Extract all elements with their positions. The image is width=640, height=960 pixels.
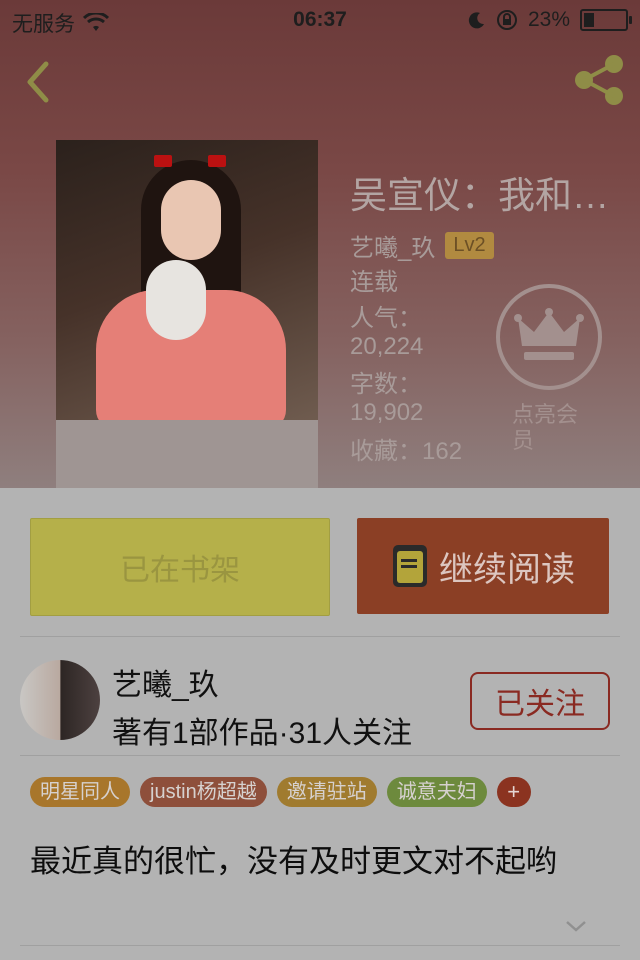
author-name[interactable]: 艺曦_玖 (112, 660, 219, 704)
popularity-value: 20,224 (350, 333, 424, 360)
cover-table (56, 420, 318, 488)
back-chevron-icon[interactable] (18, 58, 58, 106)
author-stats: 著有1部作品·31人关注 (112, 717, 413, 750)
rotation-lock-icon (496, 10, 517, 30)
level-badge: Lv2 (445, 232, 494, 259)
cover-hair-bow (208, 155, 226, 167)
cover-figure-face (161, 180, 221, 260)
moon-icon (468, 12, 484, 29)
status-bar: 无服务 06:37 23% (0, 0, 640, 40)
cover-hair-bow (154, 155, 172, 167)
word-count-value: 19,902 (350, 399, 424, 426)
vip-button[interactable] (496, 284, 602, 390)
follow-label: 已关注 (495, 688, 585, 721)
continue-reading-button[interactable]: 继续阅读 (357, 518, 609, 614)
divider (20, 945, 620, 946)
tag-chip[interactable]: 诚意夫妇 (386, 777, 487, 807)
cover-cat (146, 260, 206, 340)
popularity-label: 人气： (350, 305, 422, 332)
tag-chip[interactable]: 邀请驻站 (276, 777, 377, 807)
tag-list: 明星同人 justin杨超越 邀请驻站 诚意夫妇 + (30, 777, 531, 807)
book-author[interactable]: 艺曦_玖 (350, 228, 435, 263)
battery-icon (580, 9, 632, 31)
book-cover-image[interactable] (56, 140, 318, 488)
tag-chip[interactable]: 明星同人 (30, 777, 130, 807)
divider (20, 755, 620, 756)
book-title: 吴宣仪：我和… (350, 175, 609, 216)
book-description: 最近真的很忙，没有及时更文对不起哟 (30, 844, 557, 879)
book-status: 连载 (350, 269, 398, 296)
divider (20, 636, 620, 637)
avatar[interactable] (20, 660, 100, 740)
word-count-label: 字数： (350, 371, 422, 398)
crown-icon (514, 308, 584, 360)
tag-chip[interactable]: justin杨超越 (140, 777, 267, 807)
book-icon (393, 545, 427, 587)
share-icon[interactable] (570, 52, 630, 108)
follow-button[interactable]: 已关注 (470, 672, 610, 730)
chevron-down-icon[interactable] (564, 918, 588, 934)
on-shelf-label: 已在书架 (120, 554, 240, 587)
on-shelf-button[interactable]: 已在书架 (30, 518, 330, 616)
continue-reading-label: 继续阅读 (439, 550, 575, 589)
add-tag-button[interactable]: + (496, 777, 531, 807)
favorites-count: 收藏：162 (350, 438, 463, 465)
vip-label[interactable]: 点亮会员 (512, 402, 592, 454)
battery-percent: 23% (527, 8, 570, 31)
book-author-line: 艺曦_玖 Lv2 (350, 228, 494, 263)
